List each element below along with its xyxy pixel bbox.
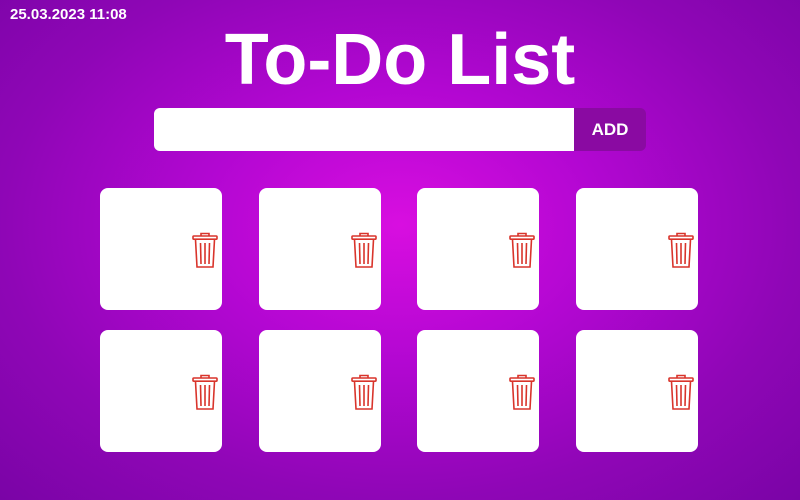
trash-icon[interactable] (349, 230, 379, 270)
add-button[interactable]: ADD (574, 108, 646, 151)
task-input[interactable] (154, 108, 574, 151)
task-card (575, 188, 698, 310)
task-card (100, 330, 222, 452)
trash-icon[interactable] (666, 230, 696, 270)
task-card (575, 330, 698, 452)
task-card (100, 188, 222, 310)
trash-icon[interactable] (349, 372, 379, 412)
page-title: To-Do List (224, 20, 576, 100)
task-card (258, 330, 381, 452)
add-task-form: ADD (154, 108, 646, 151)
task-card (417, 188, 540, 310)
trash-icon[interactable] (190, 230, 220, 270)
trash-icon[interactable] (666, 372, 696, 412)
task-grid (100, 188, 698, 452)
trash-icon[interactable] (507, 372, 537, 412)
task-card (258, 188, 381, 310)
trash-icon[interactable] (190, 372, 220, 412)
task-card (417, 330, 540, 452)
trash-icon[interactable] (507, 230, 537, 270)
